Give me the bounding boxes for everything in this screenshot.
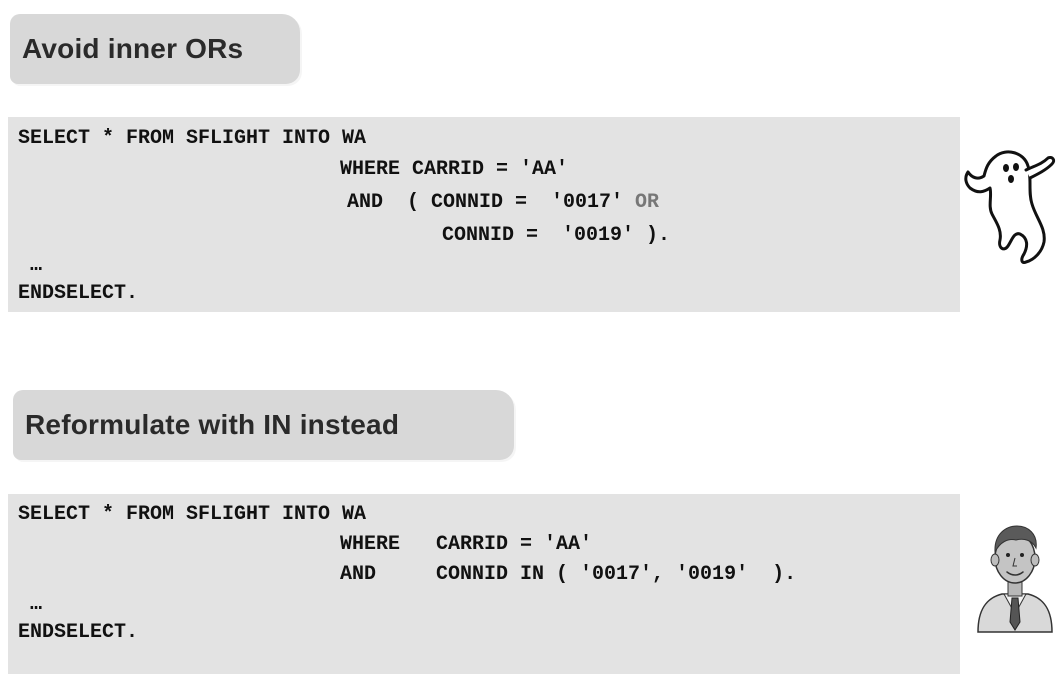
code-line: SELECT * FROM SFLIGHT INTO WA [18,127,367,150]
code-line: CONNID = '0019' ). [442,224,671,247]
heading-banner-avoid-inner-ors: Avoid inner ORs [10,14,300,84]
code-block-in-clause: SELECT * FROM SFLIGHT INTO WA WHERE CARR… [8,494,960,674]
code-line: AND CONNID IN ( '0017', '0019' ). [340,563,797,586]
code-ellipsis: … [30,254,43,277]
code-fragment: AND ( CONNID = '0017' [347,191,636,214]
code-line: AND ( CONNID = '0017' OR [347,191,659,215]
code-line: ENDSELECT. [18,621,139,644]
ghost-icon [962,148,1058,266]
code-line: ENDSELECT. [18,282,139,305]
code-block-inner-ors: SELECT * FROM SFLIGHT INTO WA WHERE CARR… [8,117,960,312]
section-heading: Avoid inner ORs [22,33,244,64]
code-line: SELECT * FROM SFLIGHT INTO WA [18,503,367,526]
or-keyword: OR [635,191,660,214]
heading-banner-reformulate-with-in: Reformulate with IN instead [13,390,514,460]
code-line: WHERE CARRID = 'AA' [340,158,569,181]
code-line: WHERE CARRID = 'AA' [340,533,593,556]
businessman-icon [972,518,1058,634]
code-ellipsis: … [30,593,43,616]
section-heading: Reformulate with IN instead [25,409,400,440]
